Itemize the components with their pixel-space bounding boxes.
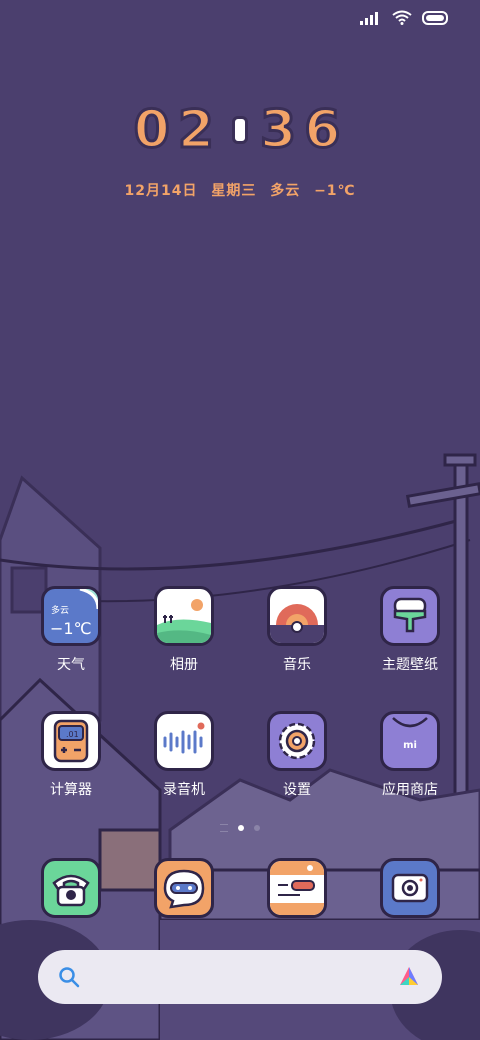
app-settings[interactable]: 设置 xyxy=(247,711,347,799)
music-icon xyxy=(267,586,327,646)
date-weekday: 星期三 xyxy=(211,183,257,199)
clock-minute-tens: 3 xyxy=(258,99,303,162)
date-line: 12月14日 星期三 多云 −1℃ xyxy=(0,180,480,200)
search-bar[interactable] xyxy=(38,950,442,1004)
page-indicator[interactable] xyxy=(0,824,480,832)
date-temperature: −1℃ xyxy=(314,183,356,199)
page-dot xyxy=(254,825,260,831)
app-label: 计算器 xyxy=(50,782,92,798)
app-themes[interactable]: 主题壁纸 xyxy=(360,586,460,674)
assistant-icon[interactable] xyxy=(396,965,422,989)
app-calculator[interactable]: .01 计算器 xyxy=(21,711,121,799)
app-label: 主题壁纸 xyxy=(382,657,438,673)
app-recorder[interactable]: 录音机 xyxy=(134,711,234,799)
app-label: 相册 xyxy=(170,657,198,673)
status-bar xyxy=(360,10,450,25)
gallery-icon xyxy=(154,586,214,646)
app-label: 录音机 xyxy=(163,782,205,798)
app-label: 天气 xyxy=(57,657,85,673)
calculator-display: .01 xyxy=(66,730,79,739)
browser-icon xyxy=(267,858,327,918)
app-store-icon: mi xyxy=(380,711,440,771)
clock-separator xyxy=(232,116,248,144)
dock-camera[interactable] xyxy=(360,858,460,918)
page-dot-active xyxy=(238,825,244,831)
recorder-icon xyxy=(154,711,214,771)
dock-messages[interactable] xyxy=(134,858,234,918)
phone-icon xyxy=(41,858,101,918)
battery-icon xyxy=(422,10,448,25)
calculator-icon: .01 xyxy=(41,711,101,771)
weather-widget-condition: 多云 xyxy=(51,606,70,616)
app-weather[interactable]: 多云 −1℃ 天气 xyxy=(21,586,121,674)
camera-icon xyxy=(380,858,440,918)
weather-widget-temp: −1℃ xyxy=(50,619,92,638)
settings-icon xyxy=(267,711,327,771)
themes-icon xyxy=(380,586,440,646)
store-mark: mi xyxy=(403,740,417,751)
search-icon xyxy=(59,967,80,988)
feed-indicator xyxy=(220,824,228,832)
date-day: 12月14日 xyxy=(124,183,198,199)
messages-icon xyxy=(154,858,214,918)
weather-icon: 多云 −1℃ xyxy=(41,586,101,646)
clock-hour-ones: 2 xyxy=(176,99,220,162)
app-label: 音乐 xyxy=(283,657,311,673)
app-label: 应用商店 xyxy=(382,782,438,798)
app-label: 设置 xyxy=(283,782,311,798)
app-music[interactable]: 音乐 xyxy=(247,586,347,674)
wifi-icon xyxy=(392,10,412,25)
dock-phone[interactable] xyxy=(21,858,121,918)
date-weather: 多云 xyxy=(270,183,301,199)
clock-widget[interactable]: 0 2 3 6 xyxy=(0,99,480,162)
clock-hour-tens: 0 xyxy=(132,99,176,162)
dock-browser[interactable] xyxy=(247,858,347,918)
clock-minute-ones: 6 xyxy=(303,99,347,162)
app-gallery[interactable]: 相册 xyxy=(134,586,234,674)
app-store[interactable]: mi 应用商店 xyxy=(360,711,460,799)
signal-icon xyxy=(360,11,378,25)
